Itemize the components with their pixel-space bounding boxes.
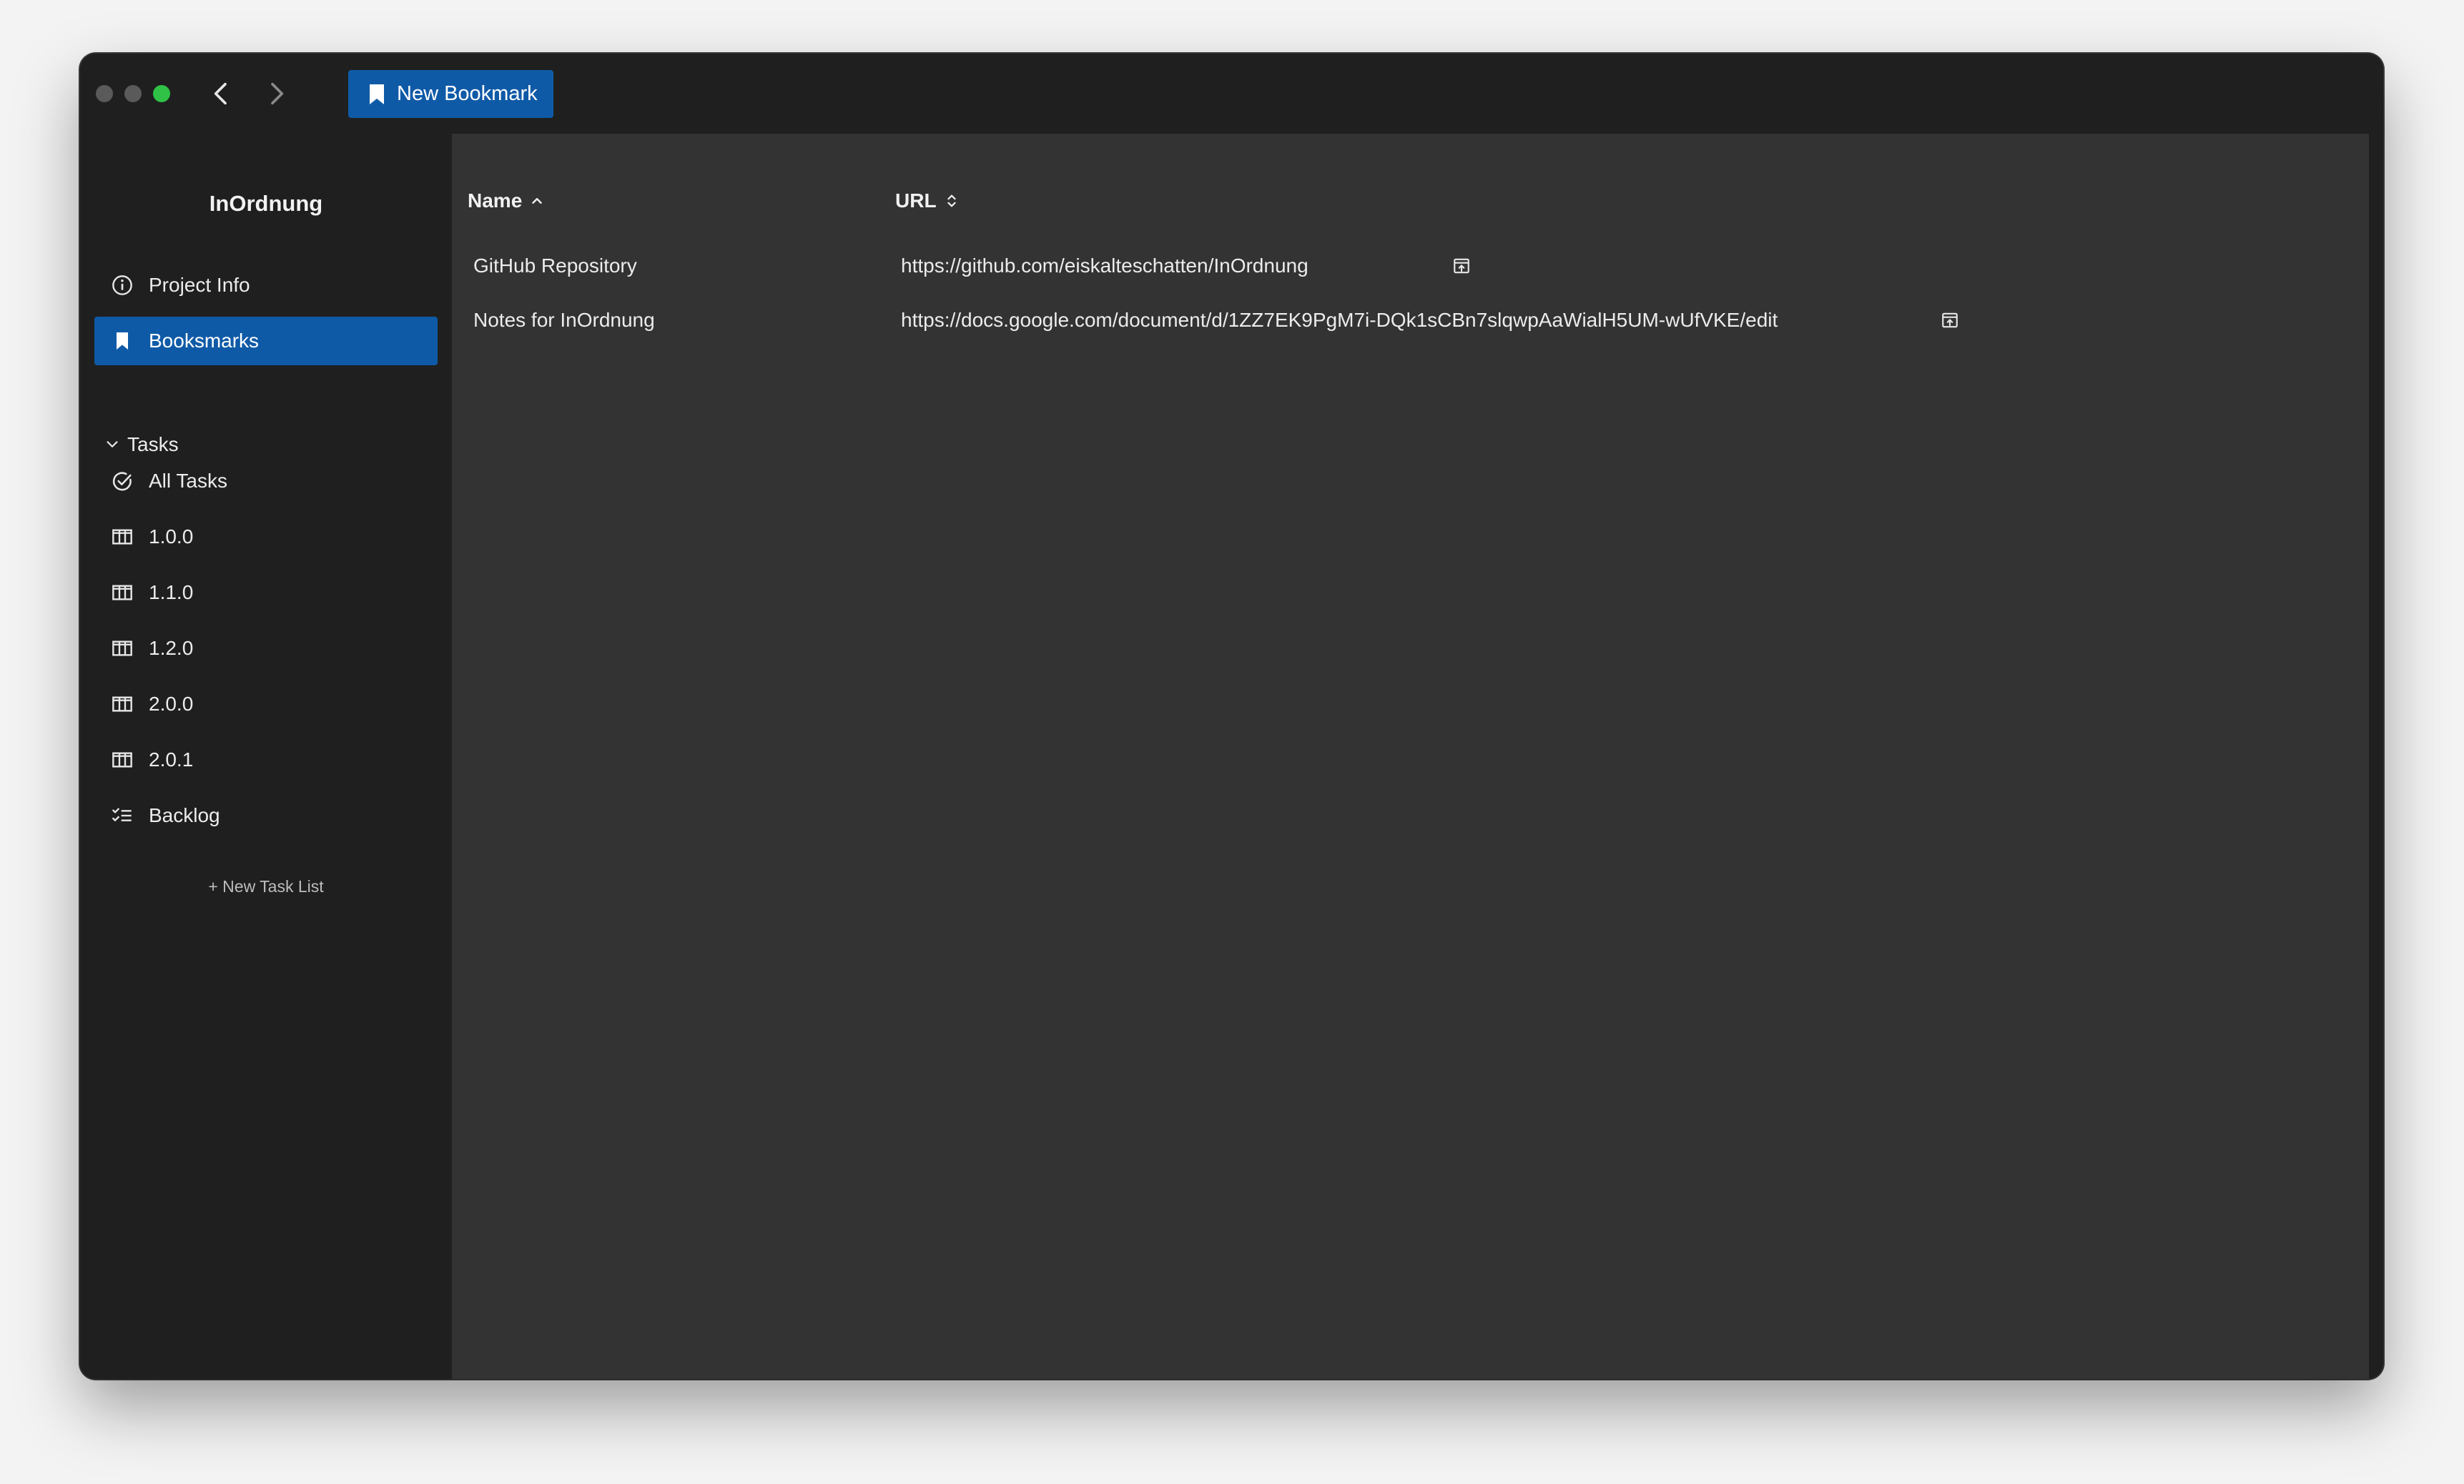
check-circle-icon [110,469,134,493]
forward-button[interactable] [256,74,296,114]
bookmark-url[interactable]: https://github.com/eiskalteschatten/InOr… [901,254,1309,277]
new-bookmark-label: New Bookmark [397,82,538,105]
chevron-down-icon [107,441,118,447]
bookmark-name[interactable]: Notes for InOrdnung [473,309,655,332]
sidebar-item-label: 1.0.0 [149,525,194,548]
app-title: InOrdnung [209,191,323,216]
column-header-label: URL [895,189,937,212]
sidebar-item-all-tasks[interactable]: All Tasks [94,457,438,505]
app-window: New Bookmark InOrdnung Project Info Book… [80,54,2383,1379]
sort-ascending-icon [532,198,542,204]
sidebar-item-label: 2.0.1 [149,748,194,771]
open-external-icon [1942,312,1958,328]
chevron-left-icon [214,82,227,105]
open-link-button[interactable] [1940,310,1960,330]
bookmark-icon [370,84,384,104]
sidebar-item-1-0-0[interactable]: 1.0.0 [94,513,438,561]
info-icon [110,273,134,297]
window-maximize-button[interactable] [153,85,170,102]
checklist-icon [110,803,134,828]
column-header-label: Name [468,189,523,212]
sidebar-item-label: Backlog [149,804,220,826]
columns-icon [110,692,134,716]
sidebar-item-2-0-0[interactable]: 2.0.0 [94,680,438,728]
window-minimize-button[interactable] [124,85,142,102]
columns-icon [110,525,134,549]
columns-icon [110,748,134,772]
column-header-url[interactable]: URL [895,189,960,212]
columns-icon [110,636,134,661]
titlebar: New Bookmark [80,54,2383,134]
sidebar-item-label: 2.0.0 [149,693,194,715]
sidebar-item-label: Booksmarks [149,330,260,352]
sidebar-item-bookmarks[interactable]: Booksmarks [94,317,438,365]
bookmark-icon [110,329,134,353]
sidebar-item-label: All Tasks [149,470,227,492]
new-bookmark-button[interactable]: New Bookmark [348,70,553,118]
tasks-section-label: Tasks [127,433,179,455]
open-external-icon [1454,258,1469,274]
sidebar-item-label: 1.1.0 [149,581,194,603]
sidebar-item-project-info[interactable]: Project Info [94,261,438,310]
back-button[interactable] [202,74,242,114]
bookmark-name[interactable]: GitHub Repository [473,254,637,277]
sidebar: InOrdnung Project Info Booksmarks Tasks … [80,134,452,1379]
sidebar-item-2-0-1[interactable]: 2.0.1 [94,736,438,784]
window-close-button[interactable] [96,85,113,102]
columns-icon [110,580,134,605]
chevron-right-icon [271,82,284,105]
sidebar-item-backlog[interactable]: Backlog [94,791,438,840]
sort-toggle-icon [947,194,956,207]
open-link-button[interactable] [1452,256,1472,276]
sidebar-item-label: Project Info [149,274,250,296]
column-header-name[interactable]: Name [468,189,545,212]
bookmark-url[interactable]: https://docs.google.com/document/d/1ZZ7E… [901,309,1778,332]
new-task-list-button[interactable]: + New Task List [80,877,452,896]
bookmarks-table: Name URL GitHub Repository https://githu… [452,134,2369,1379]
sidebar-item-1-1-0[interactable]: 1.1.0 [94,568,438,617]
sidebar-item-label: 1.2.0 [149,637,194,659]
sidebar-item-1-2-0[interactable]: 1.2.0 [94,624,438,673]
